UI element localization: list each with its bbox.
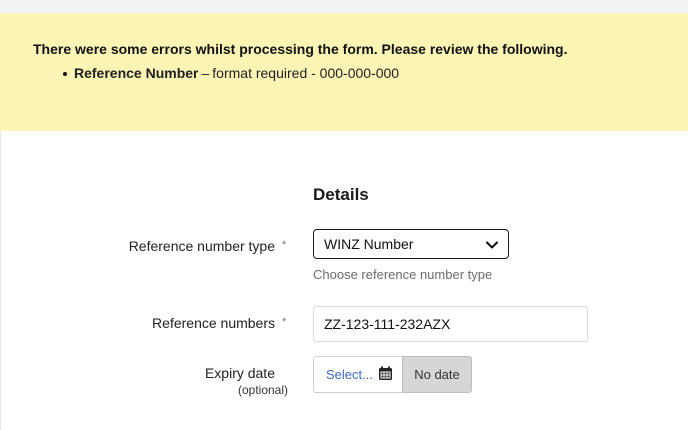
- error-item[interactable]: Reference Number – format required - 000-0…: [63, 63, 688, 83]
- error-list: Reference Number – format required - 000-0…: [33, 63, 688, 83]
- error-summary-banner: There were some errors whilst processing…: [0, 13, 688, 131]
- reference-type-select[interactable]: WINZ Number: [313, 229, 509, 259]
- chevron-down-icon: [486, 236, 498, 252]
- reference-numbers-label: Reference numbers: [152, 315, 275, 331]
- form-page: There were some errors whilst processing…: [0, 0, 688, 430]
- error-separator: –: [201, 65, 210, 81]
- date-select-button[interactable]: Select...: [313, 356, 402, 393]
- error-summary-title: There were some errors whilst processing…: [33, 41, 568, 57]
- section-title: Details: [313, 185, 369, 204]
- reference-type-value: WINZ Number: [324, 236, 414, 252]
- expiry-date-control: Select... No date: [313, 356, 472, 393]
- reference-type-label: Reference number type: [128, 238, 275, 254]
- error-field-name: Reference Number: [74, 65, 199, 81]
- reference-numbers-value: ZZ-123-111-232AZX: [324, 316, 451, 332]
- reference-numbers-input[interactable]: ZZ-123-111-232AZX: [313, 306, 588, 342]
- left-divider: [0, 131, 1, 430]
- no-date-button[interactable]: No date: [402, 356, 472, 393]
- required-indicator: *: [282, 239, 287, 251]
- date-select-label: Select...: [326, 367, 373, 382]
- calendar-icon: [378, 366, 393, 384]
- error-message: format required - 000-000-000: [212, 65, 400, 81]
- expiry-date-label: Expiry date: [204, 365, 275, 381]
- reference-type-hint: Choose reference number type: [313, 267, 493, 282]
- expiry-date-optional: (optional): [237, 383, 288, 397]
- required-indicator: *: [282, 316, 287, 328]
- top-border: [0, 0, 688, 13]
